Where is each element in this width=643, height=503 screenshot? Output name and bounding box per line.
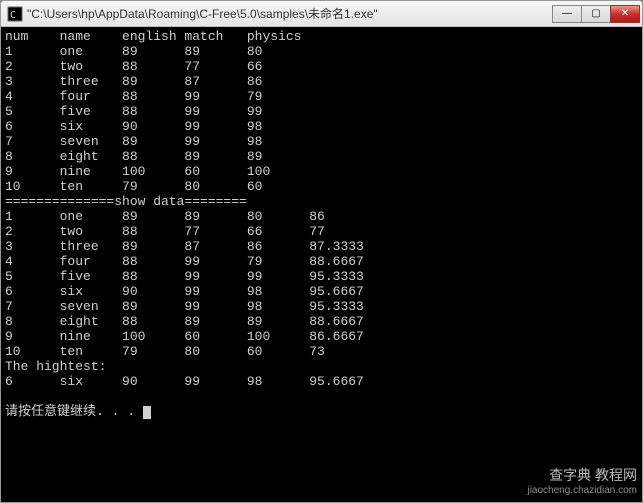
app-icon: C xyxy=(7,6,23,22)
console-window: C "C:\Users\hp\AppData\Roaming\C-Free\5.… xyxy=(0,0,643,503)
console-output: num name english match physics 1 one 89 … xyxy=(1,27,642,502)
close-button[interactable]: ✕ xyxy=(610,5,640,23)
watermark-brand: 查字典 教程网 xyxy=(527,467,637,483)
maximize-button[interactable]: ▢ xyxy=(581,5,611,23)
cursor xyxy=(143,406,151,419)
titlebar[interactable]: C "C:\Users\hp\AppData\Roaming\C-Free\5.… xyxy=(1,1,642,27)
svg-text:C: C xyxy=(10,10,16,21)
window-buttons: — ▢ ✕ xyxy=(553,5,640,23)
window-title: "C:\Users\hp\AppData\Roaming\C-Free\5.0\… xyxy=(27,5,553,22)
watermark-url: jiaocheng.chazidian.com xyxy=(527,483,637,499)
minimize-button[interactable]: — xyxy=(552,5,582,23)
watermark: 查字典 教程网 jiaocheng.chazidian.com xyxy=(527,467,637,499)
